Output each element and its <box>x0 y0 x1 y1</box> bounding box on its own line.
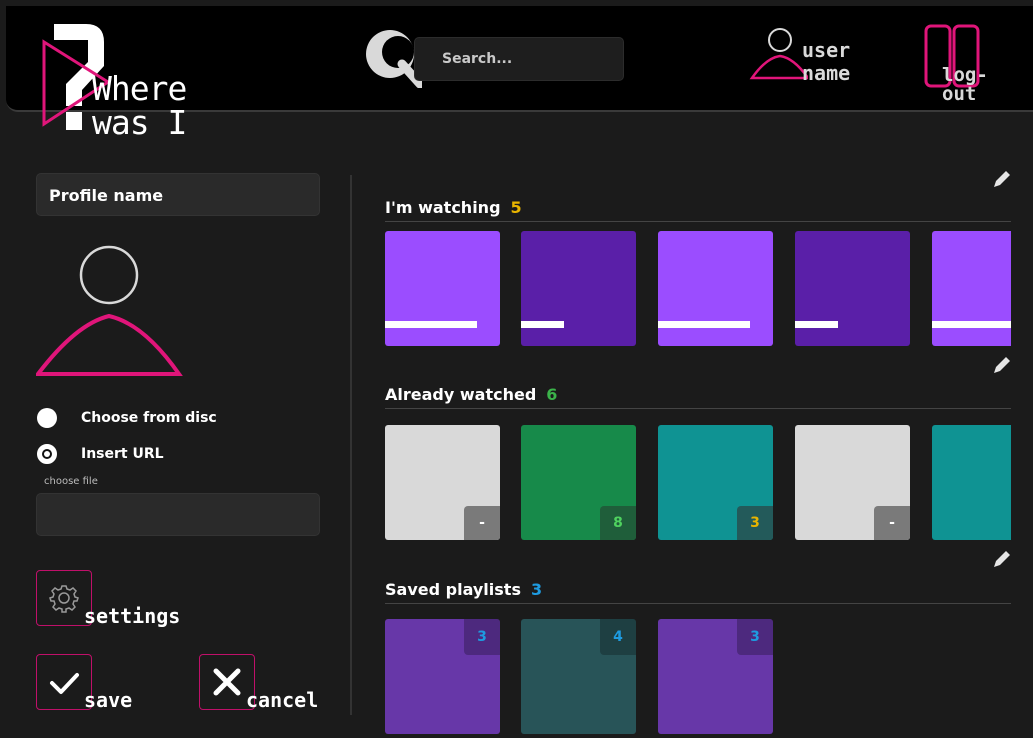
section-title-text: Already watched <box>385 385 537 404</box>
progress-bar <box>795 321 838 328</box>
rating-badge: - <box>874 506 910 540</box>
progress-bar <box>521 321 564 328</box>
watched-tile[interactable]: 8 <box>521 425 636 540</box>
checkmark-icon <box>50 673 79 694</box>
app-logo[interactable]: Where was I <box>36 14 216 139</box>
section-title-watched: Already watched 6 <box>385 385 557 404</box>
watched-tile[interactable]: - <box>385 425 500 540</box>
rating-badge: - <box>464 506 500 540</box>
playlist-count-badge: 3 <box>737 619 773 655</box>
edit-watching-icon[interactable] <box>991 168 1013 194</box>
settings-label[interactable]: settings <box>84 606 180 626</box>
profile-name-field[interactable]: Profile name <box>36 173 320 216</box>
edit-playlists-icon[interactable] <box>991 548 1013 574</box>
radio-label-insert-url: Insert URL <box>81 446 164 462</box>
section-divider <box>385 603 1011 604</box>
section-count: 3 <box>530 580 543 599</box>
cancel-label[interactable]: cancel <box>246 690 318 710</box>
user-icon <box>749 28 808 80</box>
user-name-line-2: name <box>802 61 851 85</box>
watched-tile[interactable]: 3 <box>658 425 773 540</box>
playlists-tile[interactable]: 4 <box>521 619 636 734</box>
file-label: choose file <box>44 476 98 487</box>
section-divider <box>385 221 1011 222</box>
search-input[interactable] <box>414 37 624 81</box>
logout-button[interactable]: log-out <box>920 24 1020 104</box>
watching-tile[interactable] <box>932 231 1011 346</box>
radio-choose-from-disc[interactable] <box>37 408 57 428</box>
logout-label: log-out <box>942 64 988 105</box>
watching-tile[interactable] <box>795 231 910 346</box>
section-count: 6 <box>546 385 558 404</box>
file-input[interactable] <box>36 493 320 536</box>
watching-tile[interactable] <box>385 231 500 346</box>
section-divider <box>385 408 1011 409</box>
rating-badge: 3 <box>737 506 773 540</box>
save-label[interactable]: save <box>84 690 132 710</box>
edit-watched-icon[interactable] <box>991 354 1013 380</box>
section-title-text: Saved playlists <box>385 580 521 599</box>
user-name-line-1: user <box>802 38 851 62</box>
watched-tile[interactable] <box>932 425 1011 540</box>
search-icon[interactable] <box>360 24 422 88</box>
playlists-tile[interactable]: 3 <box>385 619 500 734</box>
profile-avatar-icon <box>36 245 183 376</box>
user-menu[interactable]: user name <box>748 28 868 88</box>
panel-divider <box>350 175 352 715</box>
playlists-tile[interactable]: 3 <box>658 619 773 734</box>
section-title-text: I'm watching <box>385 198 501 217</box>
section-title-watching: I'm watching 5 <box>385 198 522 217</box>
progress-bar <box>385 321 477 328</box>
section-count: 5 <box>510 198 522 217</box>
logo-line-2: was I <box>92 103 187 142</box>
section-title-playlists: Saved playlists 3 <box>385 580 542 599</box>
rating-badge: 8 <box>600 506 636 540</box>
gear-icon <box>49 585 79 613</box>
radio-insert-url[interactable] <box>37 444 57 464</box>
logo-line-1: Where <box>92 69 187 108</box>
progress-bar <box>658 321 750 328</box>
progress-bar <box>932 321 1011 328</box>
radio-label-choose-from-disc: Choose from disc <box>81 410 217 426</box>
watched-tile[interactable]: - <box>795 425 910 540</box>
watching-tile[interactable] <box>658 231 773 346</box>
watching-tile[interactable] <box>521 231 636 346</box>
playlist-count-badge: 3 <box>464 619 500 655</box>
playlist-count-badge: 4 <box>600 619 636 655</box>
